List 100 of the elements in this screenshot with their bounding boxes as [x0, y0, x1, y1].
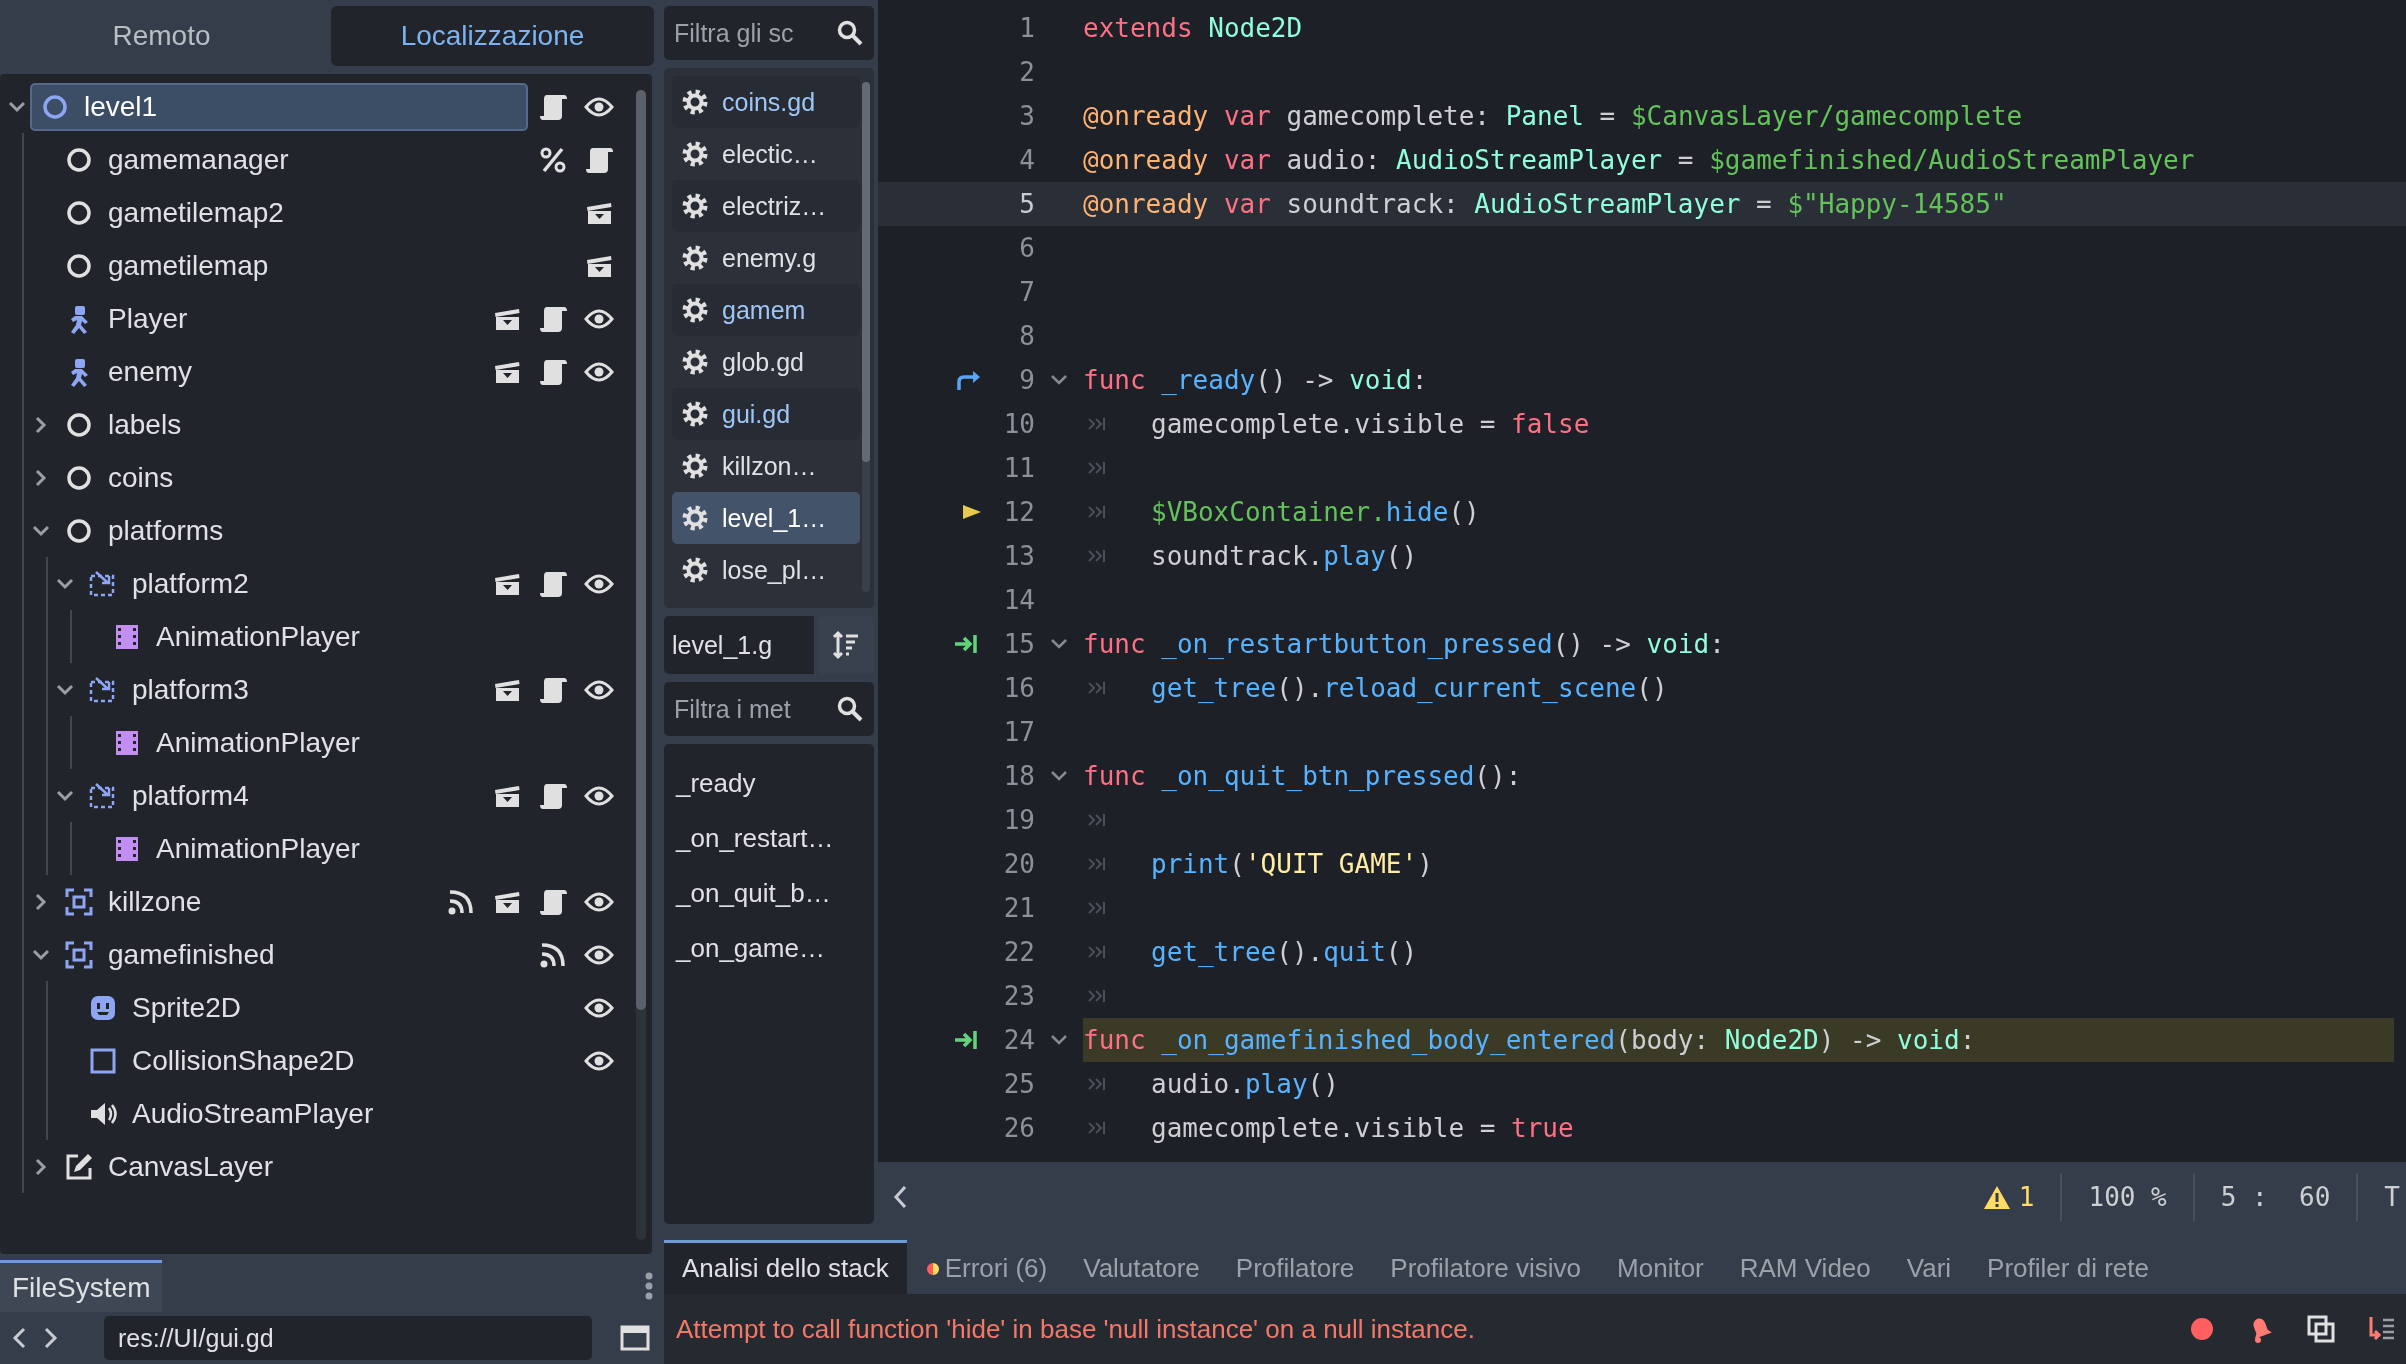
line-number: 15 [1002, 629, 1035, 659]
line-number: 3 [1018, 101, 1035, 131]
tree-item[interactable]: enemy [54, 347, 482, 396]
tree-item[interactable]: gamefinished [54, 930, 528, 979]
panel-tab[interactable]: RAM Video [1721, 1240, 1889, 1294]
tree-item[interactable]: Player [54, 294, 482, 343]
zoom-level[interactable]: 100 % [2088, 1182, 2167, 1212]
gear-icon [680, 503, 710, 533]
tree-item[interactable]: AnimationPlayer [102, 718, 604, 767]
tree-item[interactable]: platform2 [78, 559, 482, 608]
gear-icon [680, 243, 710, 273]
gear-icon [680, 191, 710, 221]
line-number: 12 [1002, 497, 1035, 527]
panel-tab[interactable]: Profilatore [1217, 1240, 1373, 1294]
line-number: 14 [1002, 585, 1035, 615]
indent-mode[interactable]: T [2384, 1182, 2400, 1212]
tree-item[interactable]: gametilemap2 [54, 188, 574, 237]
script-item[interactable]: coins.gd [672, 76, 860, 128]
method-item[interactable]: _on_quit_b… [672, 866, 866, 921]
sort-button[interactable] [818, 616, 874, 674]
line-number: 18 [1002, 761, 1035, 791]
line-number: 22 [1002, 937, 1035, 967]
tree-item[interactable]: gamemanager [54, 135, 528, 184]
dock-tab[interactable]: FileSystem [0, 1260, 163, 1312]
line-number: 2 [1018, 57, 1035, 87]
scrollbar[interactable] [862, 82, 870, 592]
code-line: get_tree().quit() [1151, 936, 1419, 969]
code-line: func _on_quit_btn_pressed(): [1083, 760, 1523, 793]
bracketed-square-icon [64, 886, 94, 917]
script-item[interactable]: enemy.g [672, 232, 860, 284]
script-item[interactable]: killzon… [672, 440, 860, 492]
execution-pointer-icon[interactable] [961, 503, 983, 521]
line-number: 7 [1018, 277, 1035, 307]
tree-item[interactable]: AnimationPlayer [102, 612, 604, 661]
method-item[interactable]: _ready [672, 756, 866, 811]
tree-item[interactable]: CanvasLayer [54, 1142, 604, 1191]
script-item[interactable]: electic… [672, 128, 860, 180]
search-field[interactable]: Filtra i met [664, 682, 874, 736]
panel-tab[interactable]: Errori (6) [906, 1240, 1066, 1294]
line-number: 4 [1018, 145, 1035, 175]
more-options-icon[interactable] [644, 1271, 654, 1301]
script-item[interactable]: lose_pl… [672, 544, 860, 596]
tree-item[interactable]: killzone [54, 877, 436, 926]
script-name: level_1.g [664, 616, 814, 674]
search-icon[interactable] [836, 695, 864, 723]
line-number: 19 [1002, 805, 1035, 835]
tree-item[interactable]: AnimationPlayer [102, 824, 604, 873]
tree-item[interactable]: platform4 [78, 771, 482, 820]
script-item[interactable]: gui.gd [672, 388, 860, 440]
scrollbar[interactable] [636, 90, 646, 1240]
line-number: 25 [1002, 1069, 1035, 1099]
line-number: 9 [1018, 365, 1035, 395]
line-number: 8 [1018, 321, 1035, 351]
tree-item[interactable]: gametilemap [54, 241, 574, 290]
code-line: soundtrack.play() [1151, 540, 1419, 573]
tree-item[interactable]: platform3 [78, 665, 482, 714]
tree-item[interactable]: CollisionShape2D [78, 1036, 574, 1085]
tree-item[interactable]: coins [54, 453, 604, 502]
script-item[interactable]: glob.gd [672, 336, 860, 388]
gear-icon [680, 347, 710, 377]
line-number: 16 [1002, 673, 1035, 703]
script-item[interactable]: electriz… [672, 180, 860, 232]
path-field[interactable]: res://UI/gui.gd [104, 1316, 592, 1360]
record-icon[interactable] [2188, 1315, 2216, 1343]
tree-item[interactable]: level1 [30, 82, 528, 131]
cursor-position: 5 : 60 [2220, 1182, 2331, 1212]
tree-item[interactable]: Sprite2D [78, 983, 574, 1032]
code-line: print('QUIT GAME') [1151, 848, 1434, 881]
dock-tab[interactable]: Localizzazione [331, 6, 654, 66]
tree-item[interactable]: AudioStreamPlayer [78, 1089, 604, 1138]
tree-item[interactable]: platforms [54, 506, 604, 555]
search-icon[interactable] [836, 19, 864, 47]
gear-icon [680, 295, 710, 325]
panel-toggle-icon[interactable] [620, 1325, 650, 1351]
search-field[interactable]: Filtra gli sc [664, 6, 874, 60]
gear-icon [680, 555, 710, 585]
panel-tab[interactable]: Analisi dello stack [664, 1240, 907, 1294]
dock-tab[interactable]: Remoto [0, 6, 323, 66]
panel-tab[interactable]: Vari [1888, 1240, 1970, 1294]
panel-tab[interactable]: Valutatore [1065, 1240, 1218, 1294]
method-item[interactable]: _on_game… [672, 921, 866, 976]
script-item[interactable]: gamem [672, 284, 860, 336]
panel-tab[interactable]: Monitor [1599, 1240, 1722, 1294]
code-line: gamecomplete.visible = true [1151, 1112, 1575, 1145]
bracketed-square-icon [64, 939, 94, 970]
script-item[interactable]: level_1… [672, 492, 860, 544]
warning-count[interactable]: 1 [2018, 1182, 2035, 1212]
tree-item[interactable]: labels [54, 400, 604, 449]
panel-tab[interactable]: Profilatore visivo [1372, 1240, 1600, 1294]
error-message: Attempt to call function 'hide' in base 'null instance' on a null instance. [676, 1313, 1476, 1345]
method-item[interactable]: _on_restart… [672, 811, 866, 866]
line-number: 24 [1002, 1025, 1035, 1055]
code-line: @onready var soundtrack: AudioStreamPlayer = $"Happy-14585" [1083, 188, 2008, 221]
warning-icon[interactable] [1982, 1184, 2011, 1210]
code-line: audio.play() [1151, 1068, 1340, 1101]
copy-icon[interactable] [2306, 1314, 2336, 1344]
code-line: func _ready() -> void: [1083, 364, 1429, 397]
code-line: @onready var audio: AudioStreamPlayer = $gamefinished/AudioStreamPlayer [1083, 144, 2196, 177]
panel-tab[interactable]: Profiler di rete [1969, 1240, 2167, 1294]
line-number: 10 [1002, 409, 1035, 439]
